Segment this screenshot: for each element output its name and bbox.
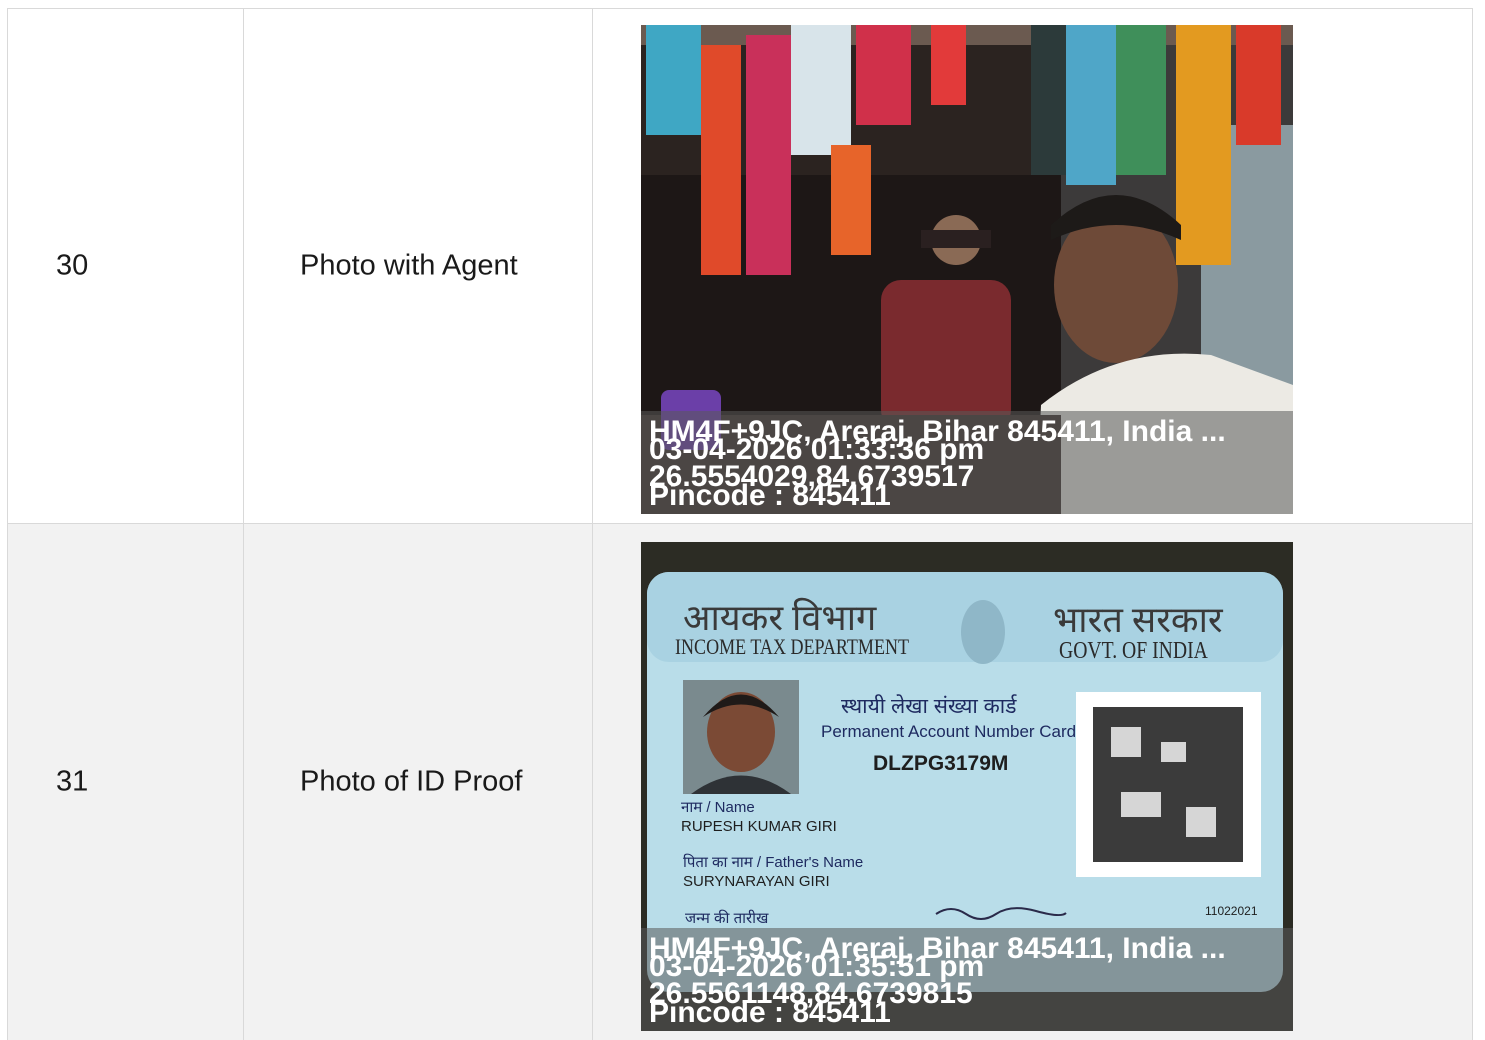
row-photo-cell: आयकर विभाग INCOME TAX DEPARTMENT भारत सर… xyxy=(592,523,1473,1040)
dob-label: जन्म की तारीख xyxy=(685,910,769,927)
table-row: 30 Photo with Agent HM4F+9JC, Areraj, Bi… xyxy=(7,8,1473,524)
agent-photo: HM4F+9JC, Areraj, Bihar 845411, India ..… xyxy=(641,25,1293,514)
row-number-cell: 30 xyxy=(7,8,244,524)
card-govt-hindi: भारत सरकार xyxy=(1053,600,1223,640)
pan-number: DLZPG3179M xyxy=(873,752,1009,775)
row-label-cell: Photo with Agent xyxy=(243,8,593,524)
card-title-hindi: स्थायी लेखा संख्या कार्ड xyxy=(841,695,1017,718)
row-label: Photo of ID Proof xyxy=(300,765,523,798)
name-label: नाम / Name xyxy=(681,799,755,816)
card-dept-english: INCOME TAX DEPARTMENT xyxy=(675,634,910,659)
row-label: Photo with Agent xyxy=(300,249,518,282)
row-number: 30 xyxy=(56,249,89,282)
row-number: 31 xyxy=(56,765,89,798)
father-name: SURYNARAYAN GIRI xyxy=(683,873,830,890)
card-govt-english: GOVT. OF INDIA xyxy=(1059,638,1208,664)
cardholder-name: RUPESH KUMAR GIRI xyxy=(681,818,837,835)
father-name-label: पिता का नाम / Father's Name xyxy=(683,854,864,871)
row-number-cell: 31 xyxy=(7,523,244,1040)
geotag-pincode: Pincode : 845411 xyxy=(649,996,891,1029)
card-title-english: Permanent Account Number Card xyxy=(821,722,1077,741)
table-row: 31 Photo of ID Proof आयकर विभाग INCOME T… xyxy=(7,523,1473,1040)
id-proof-photo: आयकर विभाग INCOME TAX DEPARTMENT भारत सर… xyxy=(641,542,1293,1031)
geotag-pincode: Pincode : 845411 xyxy=(649,479,891,512)
row-photo-cell: HM4F+9JC, Areraj, Bihar 845411, India ..… xyxy=(592,8,1473,524)
row-label-cell: Photo of ID Proof xyxy=(243,523,593,1040)
issue-code: 11022021 xyxy=(1205,904,1258,918)
